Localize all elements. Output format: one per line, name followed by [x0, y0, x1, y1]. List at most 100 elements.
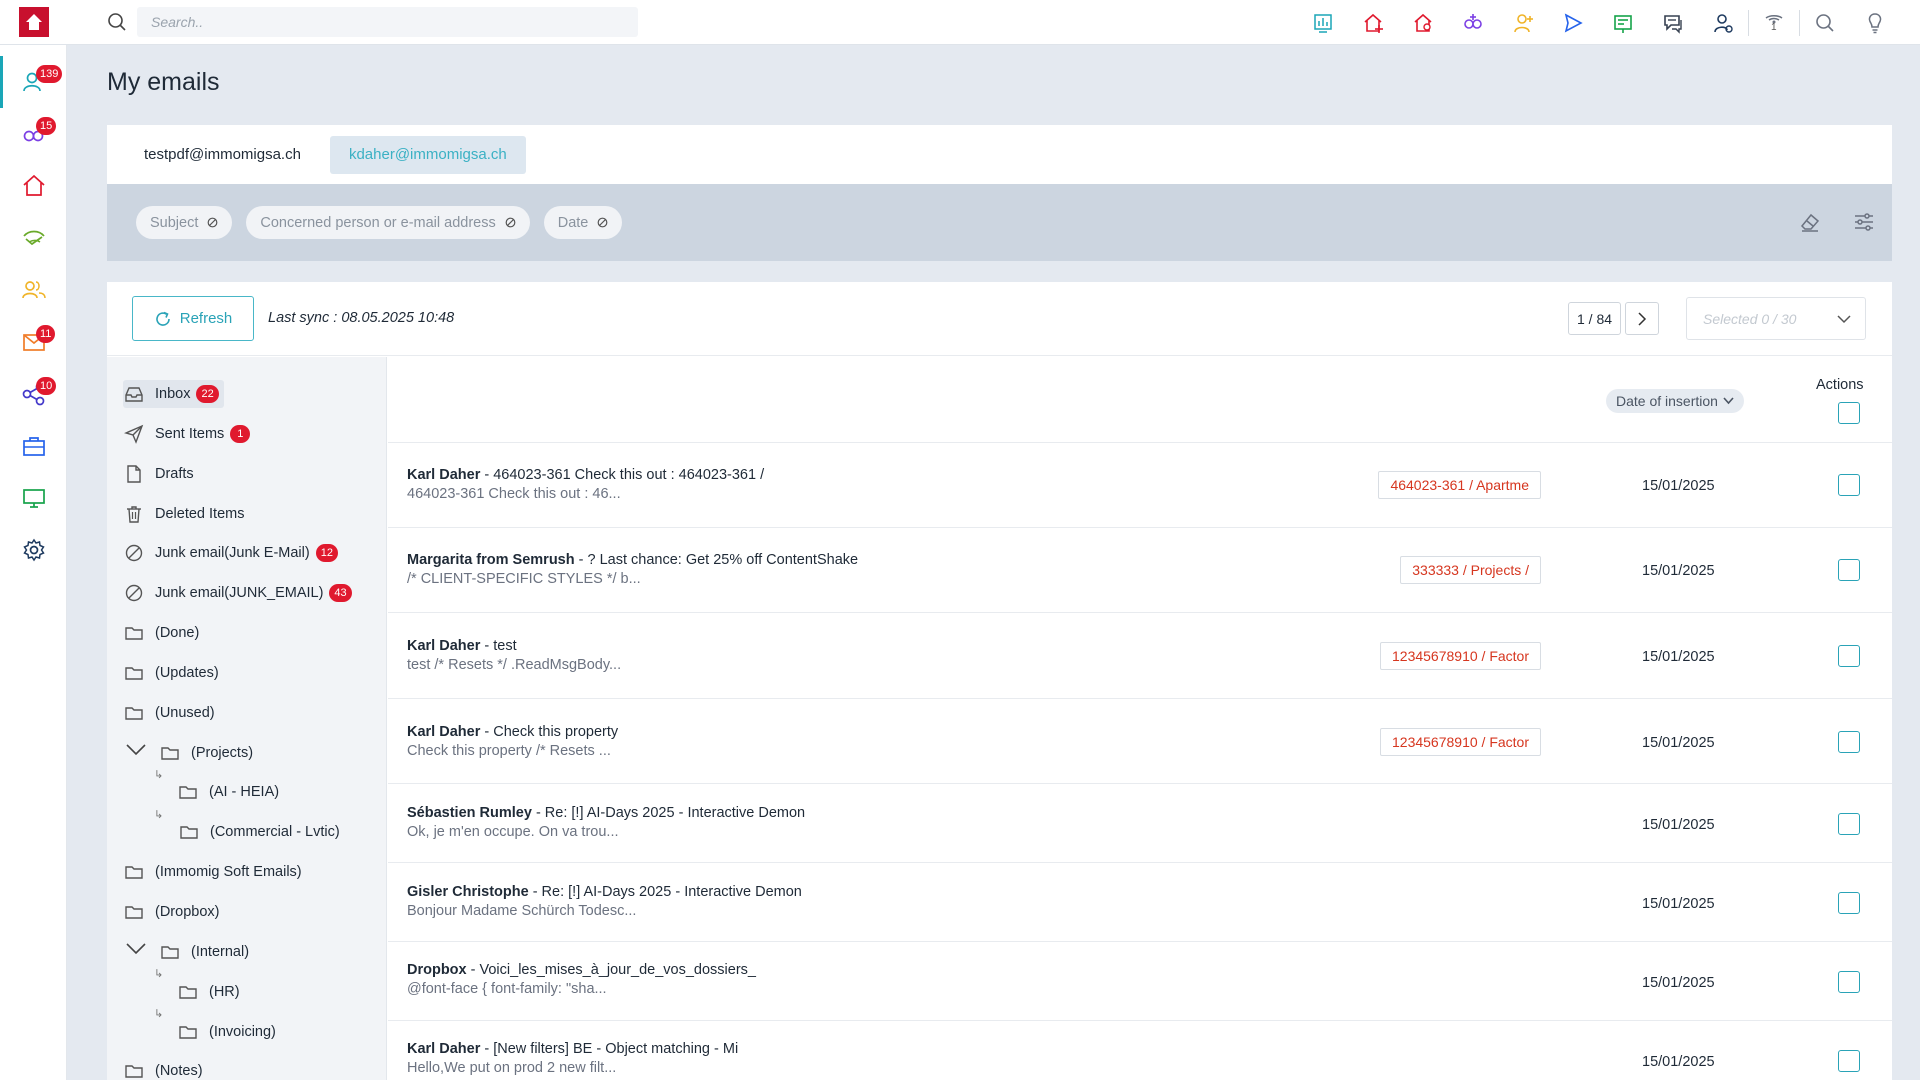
filter-chip-concerned-person[interactable]: Concerned person or e-mail address — [246, 206, 530, 239]
email-row[interactable]: Karl Daher - Check this property Check t… — [388, 699, 1892, 784]
folder-commercial-lvtic[interactable]: (Commercial - Lvtic) — [178, 818, 340, 846]
next-page-button[interactable] — [1625, 302, 1659, 335]
email-date: 15/01/2025 — [1642, 649, 1715, 665]
sidebar-item-properties[interactable] — [0, 160, 67, 212]
folder-inbox[interactable]: Inbox 22 — [123, 380, 224, 408]
filter-chip-date[interactable]: Date — [543, 206, 623, 239]
row-checkbox[interactable] — [1838, 731, 1860, 753]
tab-account-testpdf[interactable]: testpdf@immomigsa.ch — [125, 136, 320, 174]
add-task-icon[interactable] — [1598, 0, 1648, 45]
folder-unused[interactable]: (Unused) — [123, 699, 215, 727]
add-matching-icon[interactable] — [1448, 0, 1498, 45]
global-search-icon[interactable] — [1800, 0, 1850, 45]
refresh-button[interactable]: Refresh — [132, 296, 254, 341]
folder-label: (Immomig Soft Emails) — [155, 864, 302, 880]
email-sender: Karl Daher — [407, 724, 481, 740]
sidebar-item-portfolio[interactable] — [0, 420, 67, 472]
app-logo[interactable] — [0, 0, 67, 45]
row-checkbox[interactable] — [1838, 971, 1860, 993]
collapse-projects-toggle[interactable] — [124, 738, 148, 762]
folder-immomig-soft-emails[interactable]: (Immomig Soft Emails) — [123, 858, 302, 886]
folder-drafts[interactable]: Drafts — [123, 460, 194, 488]
email-subject: - ? Last chance: Get 25% off ContentShak… — [574, 552, 859, 568]
email-row[interactable]: Dropbox - Voici_les_mises_à_jour_de_vos_… — [388, 942, 1892, 1021]
row-checkbox[interactable] — [1838, 559, 1860, 581]
eraser-icon[interactable] — [1794, 206, 1826, 238]
row-checkbox[interactable] — [1838, 813, 1860, 835]
folder-icon — [159, 941, 181, 963]
folder-badge: 22 — [196, 385, 219, 403]
search-icon[interactable] — [105, 10, 129, 34]
folder-badge: 43 — [329, 584, 352, 602]
linked-object-tag[interactable]: 464023-361 / Apartme — [1378, 471, 1541, 499]
select-all-checkbox[interactable] — [1838, 402, 1860, 424]
sort-label: Date of insertion — [1616, 393, 1718, 409]
send-icon[interactable] — [1548, 0, 1598, 45]
folder-updates[interactable]: (Updates) — [123, 659, 219, 687]
sort-date-of-insertion[interactable]: Date of insertion — [1606, 389, 1744, 413]
dashboard-chart-icon[interactable] — [1298, 0, 1348, 45]
actions-column-label: Actions — [1816, 377, 1864, 393]
folder-hr[interactable]: (HR) — [177, 978, 240, 1006]
monitor-icon — [22, 489, 45, 508]
add-property-icon[interactable] — [1348, 0, 1398, 45]
folder-junk-email-2[interactable]: Junk email(JUNK_EMAIL) 43 — [123, 579, 352, 607]
email-row[interactable]: Karl Daher - test test /* Resets */ .Rea… — [388, 613, 1892, 699]
network-badge: 10 — [36, 377, 57, 395]
sidebar-item-contacts[interactable]: 139 — [0, 56, 67, 108]
email-preview: test /* Resets */ .ReadMsgBody... — [407, 657, 622, 673]
folder-internal[interactable]: (Internal) — [159, 938, 249, 966]
user-account-icon[interactable] — [1698, 0, 1748, 45]
email-row[interactable]: Karl Daher - 464023-361 Check this out :… — [388, 443, 1892, 528]
folder-label: (Dropbox) — [155, 904, 220, 920]
chevron-down-icon — [1837, 314, 1851, 323]
folder-deleted-items[interactable]: Deleted Items — [123, 500, 244, 528]
page-indicator: 1 / 84 — [1568, 302, 1622, 335]
folder-sent-items[interactable]: Sent Items 1 — [123, 420, 251, 448]
sliders-icon[interactable] — [1848, 206, 1880, 238]
email-preview: /* CLIENT-SPECIFIC STYLES */ b... — [407, 571, 641, 587]
folder-projects[interactable]: (Projects) — [159, 739, 253, 767]
folder-icon — [178, 821, 200, 843]
sidebar-item-matching[interactable]: 15 — [0, 108, 67, 160]
subfolder-arrow-icon: ↳ — [154, 1008, 164, 1020]
sidebar-item-display[interactable] — [0, 472, 67, 524]
collapse-internal-toggle[interactable] — [124, 937, 148, 961]
email-date: 15/01/2025 — [1642, 975, 1715, 991]
email-row[interactable]: Margarita from Semrush - ? Last chance: … — [388, 528, 1892, 613]
sidebar-item-deals[interactable] — [0, 212, 67, 264]
linked-object-tag[interactable]: 333333 / Projects / — [1400, 556, 1541, 584]
linked-object-tag[interactable]: 12345678910 / Factor — [1380, 642, 1541, 670]
team-icon — [21, 281, 46, 299]
property-search-icon[interactable] — [1398, 0, 1448, 45]
email-row[interactable]: Sébastien Rumley - Re: [!] AI-Days 2025 … — [388, 784, 1892, 863]
sidebar-item-team[interactable] — [0, 264, 67, 316]
folder-ai-heia[interactable]: (AI - HEIA) — [177, 778, 279, 806]
messages-icon[interactable] — [1648, 0, 1698, 45]
folder-done[interactable]: (Done) — [123, 619, 199, 647]
row-checkbox[interactable] — [1838, 645, 1860, 667]
lightbulb-icon[interactable] — [1850, 0, 1900, 45]
email-sender: Dropbox — [407, 962, 467, 978]
notifications-count: 1 — [1771, 22, 1777, 33]
folder-dropbox[interactable]: (Dropbox) — [123, 898, 219, 926]
selected-dropdown[interactable]: Selected 0 / 30 — [1686, 297, 1866, 340]
search-input[interactable] — [137, 7, 638, 37]
folder-invoicing[interactable]: (Invoicing) — [177, 1018, 276, 1046]
row-checkbox[interactable] — [1838, 892, 1860, 914]
sidebar-item-network[interactable]: 10 — [0, 368, 67, 420]
filter-chip-subject[interactable]: Subject — [136, 206, 233, 239]
tab-account-kdaher[interactable]: kdaher@immomigsa.ch — [329, 135, 526, 174]
email-date: 15/01/2025 — [1642, 1054, 1715, 1070]
linked-object-tag[interactable]: 12345678910 / Factor — [1380, 728, 1541, 756]
email-row[interactable]: Gisler Christophe - Re: [!] AI-Days 2025… — [388, 863, 1892, 942]
sidebar-item-settings[interactable] — [0, 524, 67, 576]
email-row[interactable]: Karl Daher - [New filters] BE - Object m… — [388, 1021, 1892, 1080]
sidebar-item-emails[interactable]: 11 — [0, 316, 67, 368]
row-checkbox[interactable] — [1838, 1050, 1860, 1072]
row-checkbox[interactable] — [1838, 474, 1860, 496]
add-contact-icon[interactable] — [1498, 0, 1548, 45]
folder-junk-email-1[interactable]: Junk email(Junk E-Mail) 12 — [123, 539, 338, 567]
folder-notes[interactable]: (Notes) — [123, 1057, 203, 1080]
notifications-icon[interactable]: 1 — [1749, 0, 1799, 45]
